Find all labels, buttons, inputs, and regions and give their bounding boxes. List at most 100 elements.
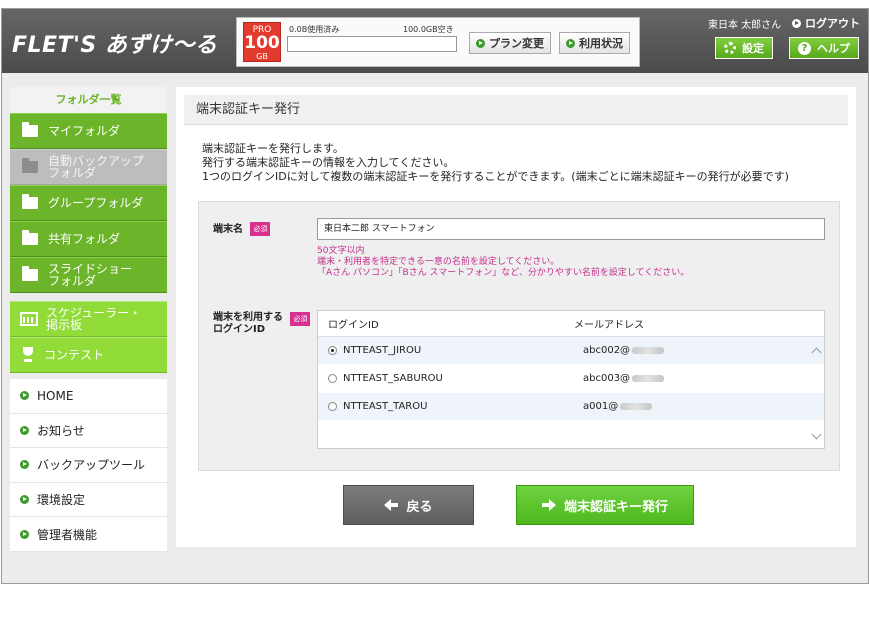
redacted-domain	[620, 403, 653, 410]
sidebar-item-my-folder[interactable]: マイフォルダ	[10, 113, 167, 149]
usage-used-label: 0.0B使用済み	[289, 25, 340, 34]
plan-change-button[interactable]: プラン変更	[469, 32, 551, 54]
arrow-left-icon	[384, 499, 399, 511]
sidebar-item-label: スライドショー フォルダ	[48, 262, 133, 288]
usage-bar	[287, 36, 457, 52]
required-badge: 必須	[250, 222, 271, 236]
sidebar-links: HOME お知らせ バックアップツール 環境設定 管理者機能	[10, 379, 167, 552]
arrow-circle-icon	[20, 495, 29, 505]
login-id-label-text: 端末を利用する ログインID	[213, 312, 283, 335]
sidebar-item-label: スケジューラー・ 掲示板	[46, 306, 142, 332]
table-row[interactable]: NTTEAST_JIROU abc002@	[318, 337, 824, 365]
arrow-circle-icon	[20, 391, 29, 401]
radio-button[interactable]	[328, 402, 337, 411]
required-badge: 必須	[290, 312, 311, 326]
logo-text: FLET'S あずけ〜る	[12, 33, 218, 58]
arrow-circle-icon	[792, 18, 801, 28]
logout-label: ログアウト	[805, 17, 860, 30]
arrow-circle-icon	[20, 425, 29, 435]
sidebar-link-label: バックアップツール	[37, 458, 146, 473]
user-name: 東日本 太郎さん	[708, 20, 782, 31]
email-cell: abc003@	[583, 373, 783, 384]
plan-usage-box: PRO 100 GB 0.0B使用済み 100.0GB空き プラン変更 利用状況	[236, 17, 640, 67]
folder-icon	[22, 266, 38, 281]
email-prefix: abc003@	[583, 373, 631, 384]
chevron-up-icon[interactable]	[811, 347, 822, 358]
login-id-table: ログインID メールアドレス NTTEAST_JIROU abc002@ NTT…	[317, 310, 825, 449]
sidebar-item-slideshow-folder[interactable]: スライドショー フォルダ	[10, 257, 167, 293]
device-name-hint: 50文字以内 端末・利用者を特定できる一意の名前を設定してください。 「Aさん …	[317, 246, 689, 279]
login-id-cell: NTTEAST_SABUROU	[343, 373, 443, 384]
hint-line: 50文字以内	[317, 246, 365, 256]
chevron-down-icon[interactable]	[811, 429, 822, 440]
usage-status-button[interactable]: 利用状況	[559, 32, 630, 54]
arrow-circle-icon	[476, 38, 485, 48]
settings-button[interactable]: 設定	[715, 37, 773, 59]
hint-line: 端末・利用者を特定できる一意の名前を設定してください。	[317, 257, 560, 267]
sidebar-item-label: コンテスト	[44, 348, 105, 362]
back-button[interactable]: 戻る	[343, 485, 474, 525]
sidebar-item-contest[interactable]: コンテスト	[10, 337, 167, 373]
app-window: FLET'S あずけ〜る PRO 100 GB 0.0B使用済み 100.0GB…	[1, 8, 869, 584]
intro-line: 端末認証キーを発行します。	[202, 142, 344, 155]
arrow-circle-icon	[566, 38, 575, 48]
plan-change-label: プラン変更	[489, 37, 544, 50]
issue-key-button[interactable]: 端末認証キー発行	[516, 485, 694, 525]
email-cell: a001@	[583, 401, 783, 412]
sidebar-link-settings[interactable]: 環境設定	[10, 483, 167, 518]
login-id-cell: NTTEAST_JIROU	[343, 345, 422, 356]
sidebar-item-label: マイフォルダ	[48, 124, 121, 138]
sidebar-item-label: 自動バックアップ フォルダ	[48, 154, 145, 180]
hint-line: 「Aさん パソコン」「Bさん スマートフォン」など、分かりやすい名前を設定してく…	[317, 268, 690, 278]
logo[interactable]: FLET'S あずけ〜る	[12, 27, 217, 59]
login-id-cell: NTTEAST_TAROU	[343, 401, 428, 412]
radio-button[interactable]	[328, 374, 337, 383]
column-header-login-id: ログインID	[328, 320, 379, 331]
sidebar-link-label: 管理者機能	[37, 527, 98, 542]
device-name-input[interactable]: 東日本二郎 スマートフォン	[317, 218, 825, 240]
sidebar-item-shared-folder[interactable]: 共有フォルダ	[10, 221, 167, 257]
back-label: 戻る	[406, 499, 433, 515]
sidebar-item-scheduler[interactable]: スケジューラー・ 掲示板	[10, 301, 167, 337]
sidebar-link-news[interactable]: お知らせ	[10, 414, 167, 449]
logout-link[interactable]: ログアウト	[792, 15, 860, 31]
arrow-circle-icon	[20, 460, 29, 470]
radio-button-selected[interactable]	[328, 346, 337, 355]
trophy-icon	[20, 347, 36, 363]
sidebar-link-home[interactable]: HOME	[10, 379, 167, 414]
sidebar-link-label: HOME	[37, 388, 74, 403]
folder-icon	[22, 122, 38, 137]
email-cell: abc002@	[583, 345, 783, 356]
folder-icon	[22, 194, 38, 209]
email-prefix: abc002@	[583, 345, 631, 356]
table-row[interactable]: NTTEAST_SABUROU abc003@	[318, 365, 824, 393]
device-name-label: 端末名 必須	[213, 222, 271, 236]
sidebar-link-backup-tool[interactable]: バックアップツール	[10, 448, 167, 483]
plan-badge-value: 100	[244, 33, 280, 53]
column-header-email: メールアドレス	[574, 320, 644, 331]
email-prefix: a001@	[583, 401, 619, 412]
sidebar: フォルダ一覧 マイフォルダ 自動バックアップ フォルダ グループフォルダ 共有フ…	[10, 87, 167, 552]
issue-label: 端末認証キー発行	[563, 499, 668, 515]
intro-line: 発行する端末認証キーの情報を入力してください。	[202, 156, 455, 169]
table-scrollbar[interactable]	[810, 337, 824, 448]
table-header: ログインID メールアドレス	[318, 311, 824, 337]
sidebar-item-label: 共有フォルダ	[48, 232, 121, 246]
table-row[interactable]: NTTEAST_TAROU a001@	[318, 393, 824, 421]
help-button[interactable]: ? ヘルプ	[789, 37, 859, 59]
sidebar-item-auto-backup-folder: 自動バックアップ フォルダ	[10, 149, 167, 185]
gear-icon	[724, 42, 736, 54]
sidebar-item-group-folder[interactable]: グループフォルダ	[10, 185, 167, 221]
sidebar-link-admin[interactable]: 管理者機能	[10, 517, 167, 552]
usage-status-label: 利用状況	[579, 37, 623, 50]
sidebar-item-label: グループフォルダ	[48, 196, 144, 210]
calendar-icon	[20, 312, 38, 326]
device-name-label-text: 端末名	[213, 224, 243, 235]
intro-text: 端末認証キーを発行します。 発行する端末認証キーの情報を入力してください。 1つ…	[202, 142, 789, 184]
folder-list-title: フォルダ一覧	[10, 87, 167, 113]
redacted-domain	[632, 375, 665, 382]
redacted-domain	[632, 347, 665, 354]
plan-badge: PRO 100 GB	[243, 22, 281, 62]
sidebar-link-label: 環境設定	[37, 493, 86, 508]
arrow-circle-icon	[20, 529, 29, 539]
